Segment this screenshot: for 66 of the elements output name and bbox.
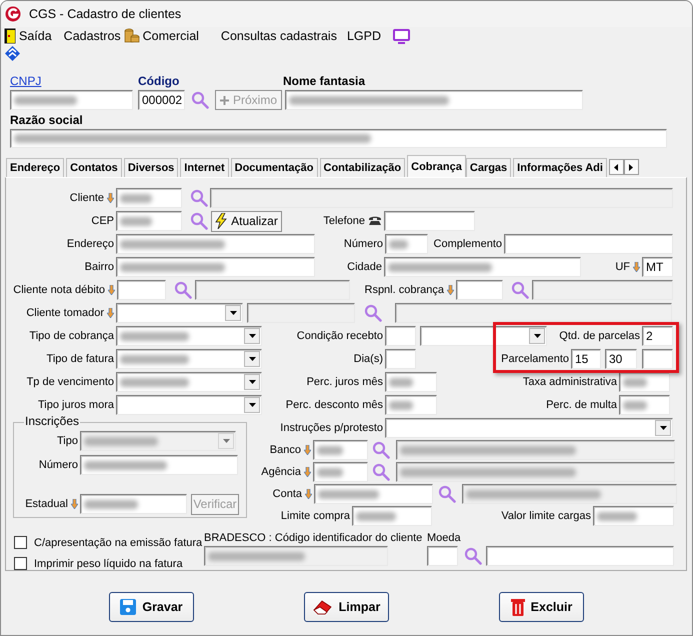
menu-item[interactable]: Comercial <box>142 29 199 43</box>
tab[interactable]: Endereço <box>6 158 64 177</box>
field-label: Cliente nota débito <box>13 284 105 296</box>
field-label: Dia(s) <box>354 353 383 365</box>
tab[interactable]: Diversos <box>124 158 178 177</box>
field-label: Tipo <box>57 435 78 447</box>
menu-item[interactable]: Cadastros <box>64 29 121 43</box>
field-label: Agência <box>261 466 301 478</box>
input-field[interactable]: 30 <box>605 349 637 369</box>
tab[interactable]: Informações Adi <box>513 158 607 177</box>
field-label: Valor limite cargas <box>501 510 591 522</box>
field-label: CEP <box>91 215 114 227</box>
field-label: Número <box>38 459 78 471</box>
update-button[interactable]: Atualizar <box>211 210 282 232</box>
tab[interactable]: Cobrança <box>407 155 466 177</box>
field-label: Razão social <box>10 113 84 127</box>
field-label: Cliente tomador <box>26 307 104 319</box>
field-label: Endereço <box>66 238 114 250</box>
group-title: Inscrições <box>24 414 80 428</box>
field-label: Telefone <box>323 215 365 227</box>
field-label: Perc. desconto mês <box>286 399 383 411</box>
field-label: Tipo juros mora <box>38 399 114 411</box>
menu-item[interactable]: Saída <box>19 29 52 43</box>
field-label: Complemento <box>434 238 502 250</box>
input-field[interactable]: 000002 <box>138 90 185 110</box>
field-label: Nome fantasia <box>283 74 366 88</box>
action-button[interactable]: Gravar <box>109 592 194 622</box>
tab[interactable]: Cargas <box>466 158 512 177</box>
field-label: Banco <box>270 444 301 456</box>
field-label: Qtd. de parcelas <box>559 330 640 342</box>
field-label: Parcelamento <box>501 353 569 365</box>
field-label: Número <box>344 238 383 250</box>
menu-item[interactable]: LGPD <box>346 29 381 43</box>
field-label: Moeda <box>427 532 461 544</box>
checkbox-label: Imprimir peso líquido na fatura <box>34 558 183 570</box>
tab[interactable]: Internet <box>180 158 229 177</box>
checkbox-label: C/apresentação na emissão fatura <box>34 536 202 548</box>
field-label: Perc. de multa <box>546 399 617 411</box>
field-label: Estadual <box>25 498 68 510</box>
tab[interactable]: Contabilização <box>320 158 406 177</box>
field-label: UF <box>615 261 630 273</box>
cnpj-link[interactable]: CNPJ <box>10 74 138 88</box>
field-label: Limite compra <box>280 510 350 522</box>
field-label: Conta <box>272 488 302 500</box>
field-label: Cidade <box>347 261 382 273</box>
field-label: Cliente <box>70 192 104 204</box>
menu-item[interactable]: Consultas cadastrais <box>220 29 337 43</box>
field-label: Tp de vencimento <box>26 376 114 388</box>
field-label: Instruções p/protesto <box>280 422 383 434</box>
tab[interactable]: Documentação <box>230 158 318 177</box>
action-button[interactable]: Limpar <box>304 592 389 622</box>
field-label: Rspnl. cobrança <box>364 284 444 296</box>
field-label: Taxa administrativa <box>522 376 617 388</box>
field-label: Condição recebto <box>296 330 383 342</box>
window-title: CGS - Cadastro de clientes <box>29 7 182 21</box>
input-field[interactable]: 15 <box>571 349 601 369</box>
input-field[interactable]: 2 <box>642 326 673 346</box>
field-label: Tipo de cobrança <box>29 330 114 342</box>
input-field[interactable]: MT <box>642 257 673 277</box>
field-label: Bairro <box>84 261 114 273</box>
field-label: Código <box>138 74 180 88</box>
action-button[interactable]: Excluir <box>499 592 584 622</box>
tab[interactable]: Contatos <box>66 158 122 177</box>
field-label: Tipo de fatura <box>46 353 114 365</box>
field-label: Perc. juros mês <box>306 376 383 388</box>
field-label: BRADESCO : Código identificador do cliente <box>204 532 422 544</box>
